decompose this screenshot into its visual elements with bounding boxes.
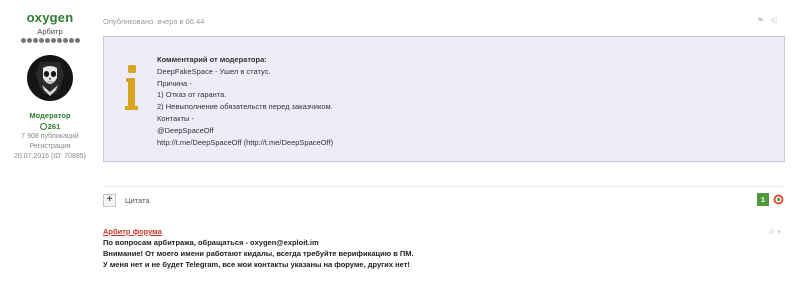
report-icon[interactable]: ⚑ (757, 16, 770, 25)
author-role: Модератор (29, 111, 71, 120)
multiquote-button[interactable]: + (103, 193, 116, 207)
signature-line: По вопросам арбитража, обращаться - oxyg… (103, 238, 319, 247)
signature-line: У меня нет и не будет Telegram, все мои … (103, 260, 410, 269)
reactions: 1 (757, 193, 784, 206)
quote-button[interactable]: Цитата (125, 196, 150, 205)
moderator-comment-box: Комментарий от модератора: DeepFakeSpace… (103, 36, 785, 162)
signature: Арбитр форума По вопросам арбитража, обр… (103, 226, 414, 270)
moderator-comment-text: Комментарий от модератора: DeepFakeSpace… (157, 54, 333, 148)
author-username[interactable]: oxygen (0, 10, 100, 25)
moderator-comment-line: 2) Невыполнение обязательств перед заказ… (157, 102, 333, 112)
moderator-comment-heading: Комментарий от модератора: (157, 55, 267, 64)
forum-post: oxygen Арбитр Модератор 261 7 908 публик… (0, 0, 800, 285)
post-published-time: Опубликовано: вчера в 06:44 (103, 17, 205, 26)
post-tools[interactable]: ⚑⋲ (757, 16, 784, 25)
reputation-value: 261 (47, 122, 61, 131)
like-icon[interactable] (773, 194, 784, 205)
avatar[interactable] (26, 54, 74, 102)
signature-tools[interactable]: ⊘▾ (769, 228, 784, 236)
author-title: Арбитр (37, 27, 63, 36)
moderator-comment-line: Контакты - (157, 113, 194, 123)
like-count-badge[interactable]: 1 (757, 193, 769, 206)
share-icon[interactable]: ⋲ (770, 16, 784, 25)
author-panel: oxygen Арбитр Модератор 261 7 908 публик… (0, 10, 100, 161)
signature-line: Внимание! От моего имени работают кидалы… (103, 249, 414, 258)
signature-title[interactable]: Арбитр форума (103, 226, 414, 237)
skull-avatar-icon (27, 55, 73, 101)
author-registered-label: Регистрация (29, 143, 71, 150)
reputation-icon (39, 123, 47, 130)
info-icon (125, 65, 138, 110)
signature-menu-icon[interactable]: ▾ (777, 229, 784, 236)
moderator-comment-link[interactable]: @DeepSpaceOff (157, 125, 333, 137)
moderator-comment-line: 1) Отказ от гаранта. (157, 90, 227, 100)
author-registered: 20.07.2016 (ID: 70885) (14, 153, 86, 160)
rank-dots (0, 38, 100, 46)
post-actions: + Цитата (103, 193, 150, 207)
author-reputation: 261 (0, 122, 100, 131)
moderator-comment-link[interactable]: http://t.me/DeepSpaceOff (http://t.me/De… (157, 137, 333, 149)
author-posts[interactable]: 7 908 публикаций (0, 132, 100, 141)
post-divider (103, 186, 785, 187)
moderator-comment-line: DeepFakeSpace - Ушел в статус. (157, 66, 271, 76)
moderator-comment-line: Причина - (157, 78, 192, 88)
